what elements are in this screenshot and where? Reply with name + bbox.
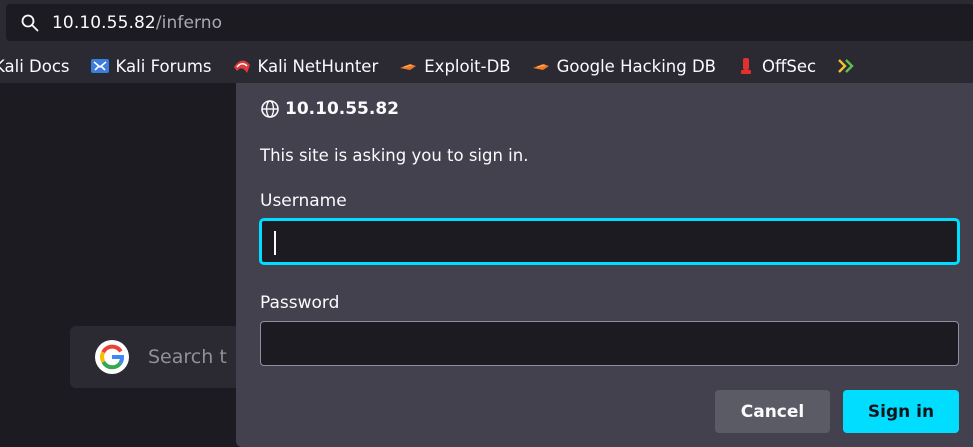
bookmark-kali-nethunter[interactable]: Kali NetHunter: [232, 56, 379, 76]
text-caret: [274, 231, 276, 255]
bookmark-google-hacking-db[interactable]: Google Hacking DB: [531, 57, 716, 76]
dialog-header: 10.10.55.82: [260, 99, 399, 119]
bookmark-label: OffSec: [762, 56, 817, 76]
url-host: 10.10.55.82: [52, 12, 156, 33]
bookmark-label: Kali NetHunter: [257, 56, 379, 76]
bookmark-exploit-db[interactable]: Exploit-DB: [398, 56, 511, 76]
bookmark-label: Kali Docs: [0, 56, 70, 76]
password-label: Password: [260, 293, 340, 313]
kali-nethunter-icon: [232, 57, 252, 75]
bookmarks-toolbar: Kali Docs Kali Forums Kali NetHunter Exp…: [0, 49, 973, 83]
google-icon: [95, 340, 129, 374]
page-search-placeholder: Search t: [148, 346, 227, 368]
bookmark-label: Kali Forums: [115, 56, 212, 76]
bookmark-label: Exploit-DB: [424, 56, 511, 76]
offsec-icon: [736, 57, 756, 75]
google-hacking-db-icon: [531, 57, 551, 75]
exploit-db-icon: [398, 57, 418, 75]
search-icon: [20, 13, 40, 33]
username-field[interactable]: [260, 219, 959, 264]
kali-forums-icon: [90, 57, 110, 75]
navigation-toolbar: 10.10.55.82/inferno: [0, 0, 973, 49]
sign-in-button[interactable]: Sign in: [843, 390, 959, 433]
username-label: Username: [260, 191, 347, 211]
bookmark-kali-docs[interactable]: Kali Docs: [0, 57, 70, 76]
url-bar[interactable]: 10.10.55.82/inferno: [6, 4, 973, 41]
bookmark-label: Google Hacking DB: [556, 56, 717, 76]
cancel-button[interactable]: Cancel: [715, 390, 830, 433]
bookmark-overflow-icon: [836, 57, 856, 75]
bookmark-overflow[interactable]: [836, 57, 862, 75]
bookmark-offsec[interactable]: OffSec: [736, 57, 816, 76]
sign-in-dialog: 10.10.55.82 This site is asking you to s…: [236, 83, 973, 447]
password-field[interactable]: [260, 321, 959, 366]
url-text: 10.10.55.82/inferno: [52, 13, 222, 33]
dialog-message: This site is asking you to sign in.: [260, 146, 529, 165]
url-path: /inferno: [155, 12, 223, 33]
dialog-host: 10.10.55.82: [285, 99, 400, 119]
globe-icon: [261, 100, 279, 118]
bookmark-kali-forums[interactable]: Kali Forums: [90, 57, 212, 76]
